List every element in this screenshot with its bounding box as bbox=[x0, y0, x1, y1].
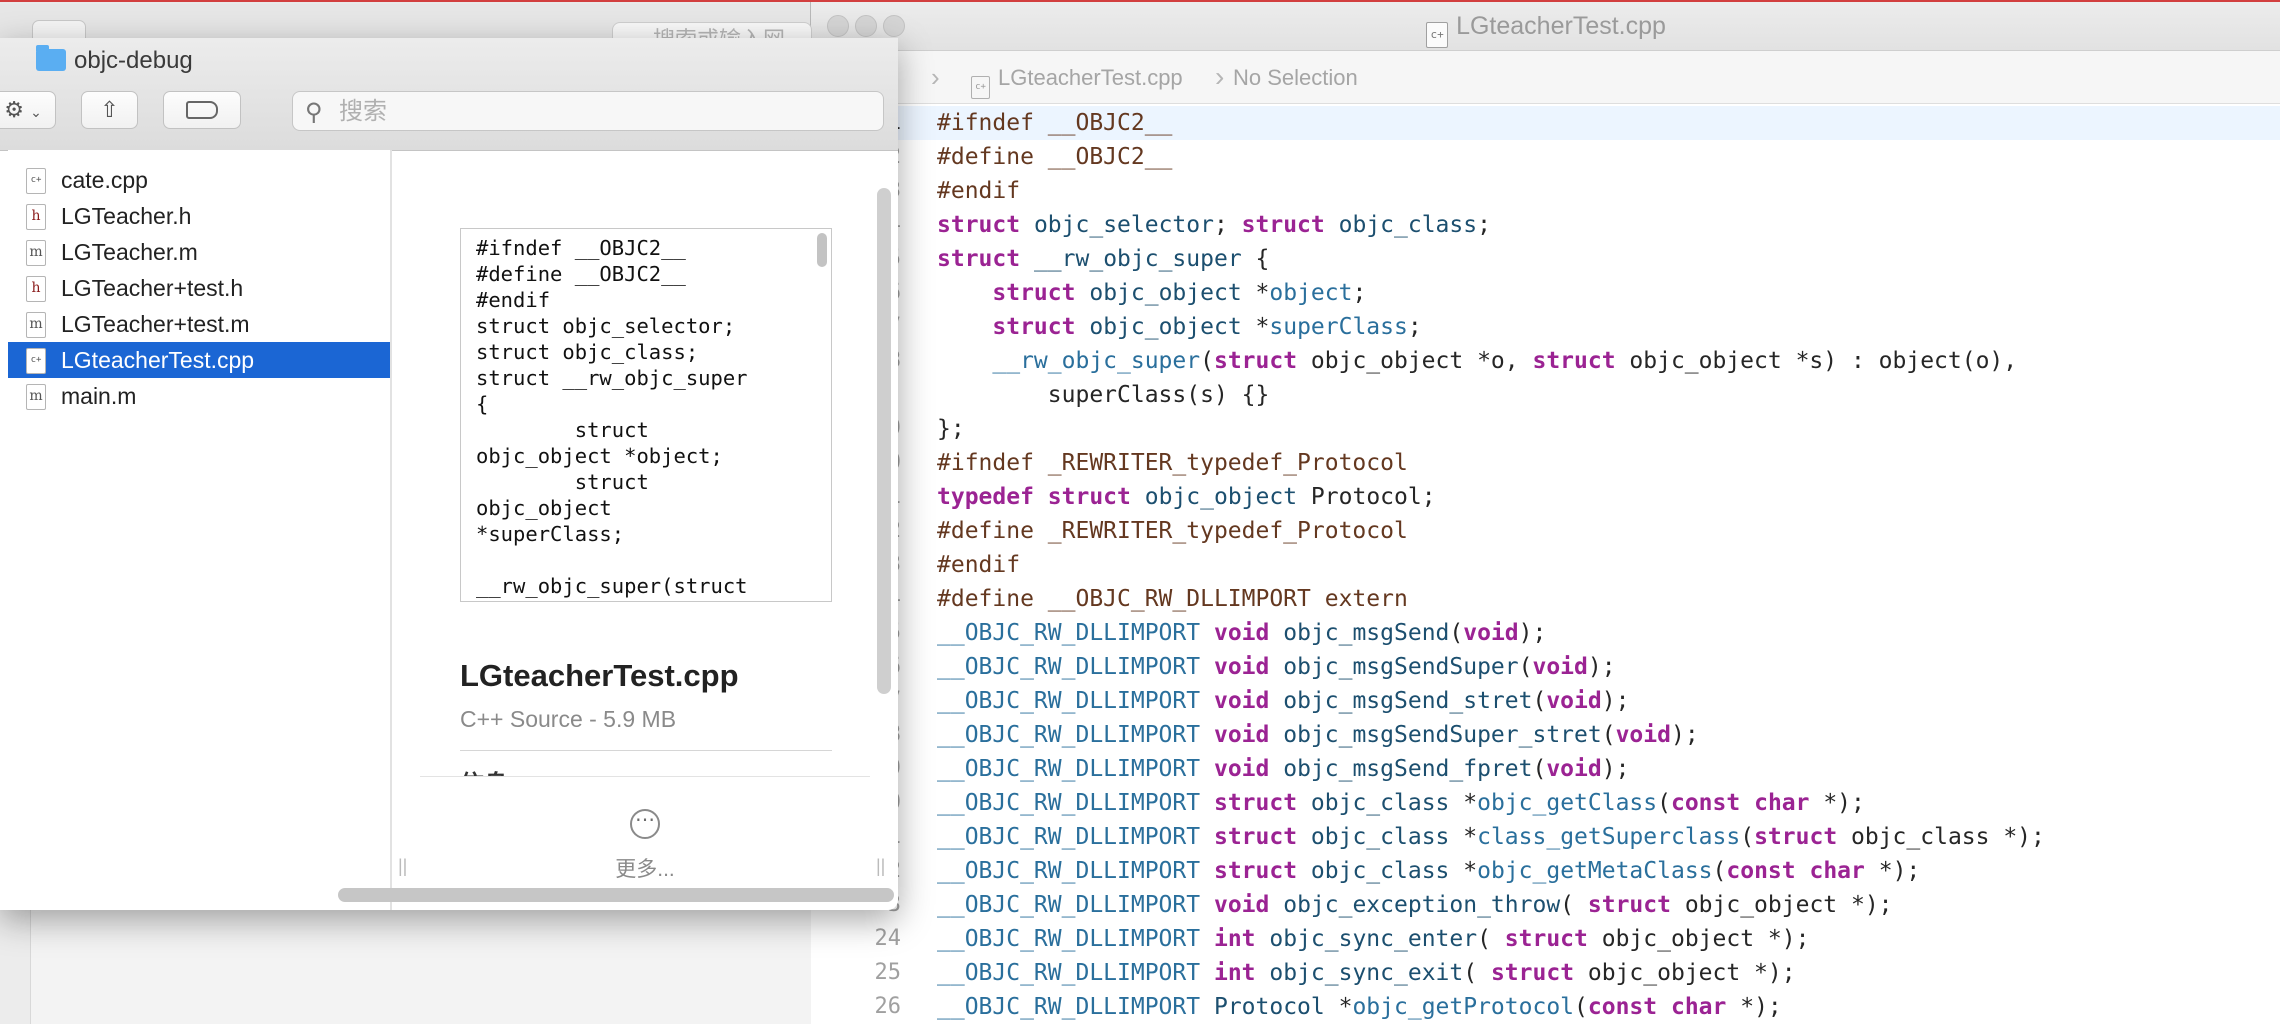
jumpbar-selection[interactable]: No Selection bbox=[1233, 65, 1358, 91]
file-name: LGteacherTest.cpp bbox=[61, 347, 255, 373]
code-line: struct objc_object *object; bbox=[992, 280, 1367, 306]
code-text[interactable]: #ifndef __OBJC2__ #define __OBJC2__ #end… bbox=[937, 106, 2045, 1024]
file-list: c+ cate.cpp h LGTeacher.h m LGTeacher.m h LG… bbox=[8, 150, 390, 910]
editor-window: c+ LGteacherTest.cpp › c+ LGteacherTest.cp… bbox=[810, 2, 2280, 1024]
window-title-text: LGteacherTest.cpp bbox=[1456, 12, 1666, 40]
code-line: superClass(s) {} bbox=[937, 382, 1270, 408]
code-line: __OBJC_RW_DLLIMPORT struct objc_class *o… bbox=[937, 858, 1921, 884]
chevron-right-icon[interactable]: › bbox=[931, 62, 940, 93]
file-h-icon: h bbox=[26, 276, 46, 302]
preview-pane: #ifndef __OBJC2__ #define __OBJC2__ #end… bbox=[420, 150, 870, 852]
share-button[interactable]: ⇧ bbox=[81, 91, 138, 129]
code-line: #endif bbox=[937, 178, 1021, 204]
code-line: #ifndef _REWRITER_typedef_Protocol bbox=[937, 450, 1408, 476]
code-line: __OBJC_RW_DLLIMPORT int objc_sync_exit( … bbox=[937, 960, 1796, 986]
jumpbar-file-label: LGteacherTest.cpp bbox=[998, 65, 1183, 90]
code-line: __OBJC_RW_DLLIMPORT void objc_msgSend(vo… bbox=[937, 620, 1547, 646]
code-line: __OBJC_RW_DLLIMPORT void objc_exception_… bbox=[937, 892, 1893, 918]
desktop-background bbox=[0, 900, 811, 1024]
preview-file-name: LGteacherTest.cpp bbox=[460, 658, 739, 693]
file-m-icon: m bbox=[26, 384, 46, 410]
chevron-right-icon: › bbox=[1215, 61, 1225, 92]
list-item[interactable]: m main.m bbox=[8, 378, 390, 414]
code-line: #endif bbox=[937, 552, 1021, 578]
list-item[interactable]: h LGTeacher.h bbox=[8, 198, 390, 234]
file-cpp-icon: c+ bbox=[971, 76, 990, 99]
search-input[interactable] bbox=[337, 96, 871, 128]
line-number: 26 bbox=[874, 994, 902, 1019]
code-line: __OBJC_RW_DLLIMPORT struct objc_class *o… bbox=[937, 790, 1865, 816]
code-line: __OBJC_RW_DLLIMPORT void objc_msgSend_fp… bbox=[937, 756, 1630, 782]
code-line: #define _REWRITER_typedef_Protocol bbox=[937, 518, 1408, 544]
more-label: 更多... bbox=[615, 858, 675, 881]
list-item[interactable]: m LGTeacher.m bbox=[8, 234, 390, 270]
tag-icon bbox=[186, 101, 218, 119]
file-name: LGTeacher+test.m bbox=[61, 311, 250, 337]
code-line: }; bbox=[937, 416, 965, 442]
file-cpp-icon: c+ bbox=[26, 168, 46, 194]
preview-file-kind: C++ Source - 5.9 MB bbox=[460, 706, 677, 732]
finder-title: objc-debug bbox=[36, 45, 193, 75]
finder-toolbar: objc-debug ⚙ ⌄ ⇧ ⚲ bbox=[0, 38, 898, 151]
file-cpp-icon: c+ bbox=[26, 348, 46, 374]
finder-window: objc-debug ⚙ ⌄ ⇧ ⚲ c+ cate.cpp h LGTeacher… bbox=[0, 38, 898, 910]
file-cpp-icon: c+ bbox=[1426, 22, 1449, 48]
jumpbar-file[interactable]: c+ LGteacherTest.cpp bbox=[971, 65, 1183, 99]
share-icon: ⇧ bbox=[100, 97, 119, 122]
code-line: #define __OBJC2__ bbox=[937, 144, 1173, 170]
code-line: __rw_objc_super(struct objc_object *o, s… bbox=[992, 348, 2018, 374]
vertical-scrollbar[interactable] bbox=[877, 188, 891, 694]
ellipsis-icon: ⋯ bbox=[630, 809, 660, 839]
jump-bar: › c+ LGteacherTest.cpp › No Selection bbox=[811, 51, 2280, 104]
search-icon: ⚲ bbox=[305, 99, 323, 126]
window-title: c+ LGteacherTest.cpp bbox=[811, 12, 2280, 48]
file-name: main.m bbox=[61, 383, 137, 409]
divider bbox=[460, 750, 832, 751]
column-resize-handle[interactable]: || bbox=[398, 856, 407, 877]
background-window-edge bbox=[30, 900, 811, 1024]
column-resize-handle[interactable]: || bbox=[876, 856, 885, 877]
search-field[interactable]: ⚲ bbox=[292, 91, 884, 131]
file-name: LGTeacher.h bbox=[61, 203, 192, 229]
line-number: 24 bbox=[874, 926, 902, 951]
code-line: __OBJC_RW_DLLIMPORT void objc_msgSendSup… bbox=[937, 722, 1699, 748]
code-line: struct objc_object *superClass; bbox=[992, 314, 1422, 340]
code-line: typedef struct objc_object Protocol; bbox=[937, 484, 1436, 510]
list-item-selected[interactable]: c+ LGteacherTest.cpp bbox=[8, 342, 390, 378]
tag-button[interactable] bbox=[163, 91, 241, 129]
preview-scrollbar[interactable] bbox=[817, 233, 827, 267]
source-editor[interactable]: 12345678901234567890123242526 #ifndef __… bbox=[811, 106, 2280, 1024]
preview-text: #ifndef __OBJC2__ #define __OBJC2__ #end… bbox=[476, 236, 748, 601]
chevron-down-icon: ⌄ bbox=[30, 104, 42, 120]
line-number: 25 bbox=[874, 960, 902, 985]
file-h-icon: h bbox=[26, 204, 46, 230]
code-line: #ifndef __OBJC2__ bbox=[937, 110, 1173, 136]
code-line: __OBJC_RW_DLLIMPORT void objc_msgSendSup… bbox=[937, 654, 1616, 680]
code-line: struct objc_selector; struct objc_class; bbox=[937, 212, 1491, 238]
list-item[interactable]: h LGTeacher+test.h bbox=[8, 270, 390, 306]
column-divider[interactable] bbox=[390, 150, 392, 910]
gear-icon: ⚙ bbox=[4, 97, 24, 122]
code-line: __OBJC_RW_DLLIMPORT int objc_sync_enter(… bbox=[937, 926, 1810, 952]
code-line: __OBJC_RW_DLLIMPORT struct objc_class *c… bbox=[937, 824, 2045, 850]
action-menu-button[interactable]: ⚙ ⌄ bbox=[0, 91, 56, 129]
preview-text-box[interactable]: #ifndef __OBJC2__ #define __OBJC2__ #end… bbox=[460, 228, 832, 602]
folder-icon bbox=[36, 45, 66, 71]
file-m-icon: m bbox=[26, 240, 46, 266]
finder-title-label: objc-debug bbox=[74, 47, 193, 74]
horizontal-scrollbar[interactable] bbox=[338, 888, 894, 902]
editor-titlebar: c+ LGteacherTest.cpp bbox=[811, 2, 2280, 51]
file-name: LGTeacher.m bbox=[61, 239, 198, 265]
code-line: __OBJC_RW_DLLIMPORT Protocol *objc_getPr… bbox=[937, 994, 1782, 1020]
code-line: #define __OBJC_RW_DLLIMPORT extern bbox=[937, 586, 1408, 612]
file-name: LGTeacher+test.h bbox=[61, 275, 244, 301]
list-item[interactable]: c+ cate.cpp bbox=[8, 162, 390, 198]
code-line: __OBJC_RW_DLLIMPORT void objc_msgSend_st… bbox=[937, 688, 1630, 714]
file-m-icon: m bbox=[26, 312, 46, 338]
list-item[interactable]: m LGTeacher+test.m bbox=[8, 306, 390, 342]
code-line: struct __rw_objc_super { bbox=[937, 246, 1270, 272]
file-name: cate.cpp bbox=[61, 167, 148, 193]
